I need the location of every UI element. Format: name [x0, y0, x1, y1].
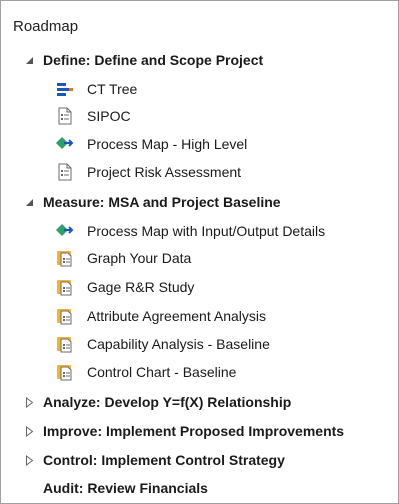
section-label: Measure: MSA and Project Baseline	[43, 194, 281, 210]
tree-item-label: Process Map with Input/Output Details	[87, 223, 326, 239]
expand-arrow-icon[interactable]	[23, 425, 35, 437]
ct-tree-icon	[56, 80, 74, 98]
section-label: Control: Implement Control Strategy	[43, 452, 285, 468]
analysis-capture-icon	[56, 363, 74, 381]
tree-item-label: Graph Your Data	[87, 250, 192, 266]
section-control[interactable]: Control: Implement Control Strategy	[1, 447, 398, 473]
expand-arrow-icon[interactable]	[23, 454, 35, 466]
tree-item-label: Capability Analysis - Baseline	[87, 336, 270, 352]
form-icon	[56, 107, 74, 125]
tree-item-label: SIPOC	[87, 108, 131, 124]
section-label: Improve: Implement Proposed Improvements	[43, 423, 345, 439]
tree-item-sipoc[interactable]: SIPOC	[1, 103, 398, 129]
collapse-arrow-icon[interactable]	[23, 54, 35, 66]
tree-item-label: Project Risk Assessment	[87, 164, 242, 180]
process-map-icon	[56, 222, 74, 240]
form-icon	[56, 163, 74, 181]
tree-item-capability-analysis-baseline[interactable]: Capability Analysis - Baseline	[1, 331, 398, 357]
analysis-capture-icon	[56, 335, 74, 353]
analysis-capture-icon	[56, 278, 74, 296]
tree-item-gage-rr-study[interactable]: Gage R&R Study	[1, 274, 398, 300]
tree-item-control-chart-baseline[interactable]: Control Chart - Baseline	[1, 359, 398, 385]
analysis-capture-icon	[56, 307, 74, 325]
section-label: Define: Define and Scope Project	[43, 52, 264, 68]
tree-item-process-map-high-level[interactable]: Process Map - High Level	[1, 131, 398, 157]
tree-item-label: Process Map - High Level	[87, 136, 248, 152]
tree-item-project-risk-assessment[interactable]: Project Risk Assessment	[1, 159, 398, 185]
tree-item-attribute-agreement-analysis[interactable]: Attribute Agreement Analysis	[1, 303, 398, 329]
tree-item-label: CT Tree	[87, 81, 138, 97]
process-map-icon	[56, 135, 74, 153]
tree-item-label: Control Chart - Baseline	[87, 364, 237, 380]
tree-item-label: Gage R&R Study	[87, 279, 195, 295]
section-define[interactable]: Define: Define and Scope Project	[1, 47, 398, 73]
section-label: Analyze: Develop Y=f(X) Relationship	[43, 394, 292, 410]
section-improve[interactable]: Improve: Implement Proposed Improvements	[1, 418, 398, 444]
section-measure[interactable]: Measure: MSA and Project Baseline	[1, 189, 398, 215]
section-audit[interactable]: Audit: Review Financials	[1, 475, 398, 501]
collapse-arrow-icon[interactable]	[23, 196, 35, 208]
expand-arrow-icon[interactable]	[23, 396, 35, 408]
tree-item-label: Attribute Agreement Analysis	[87, 308, 266, 324]
roadmap-panel: Roadmap Define: Define and Scope Project…	[0, 0, 399, 504]
section-analyze[interactable]: Analyze: Develop Y=f(X) Relationship	[1, 389, 398, 415]
panel-title: Roadmap	[13, 18, 79, 35]
tree-item-graph-your-data[interactable]: Graph Your Data	[1, 245, 398, 271]
tree-item-process-map-io[interactable]: Process Map with Input/Output Details	[1, 218, 398, 244]
analysis-capture-icon	[56, 249, 74, 267]
tree-item-ct-tree[interactable]: CT Tree	[1, 76, 398, 102]
section-label: Audit: Review Financials	[43, 480, 208, 496]
